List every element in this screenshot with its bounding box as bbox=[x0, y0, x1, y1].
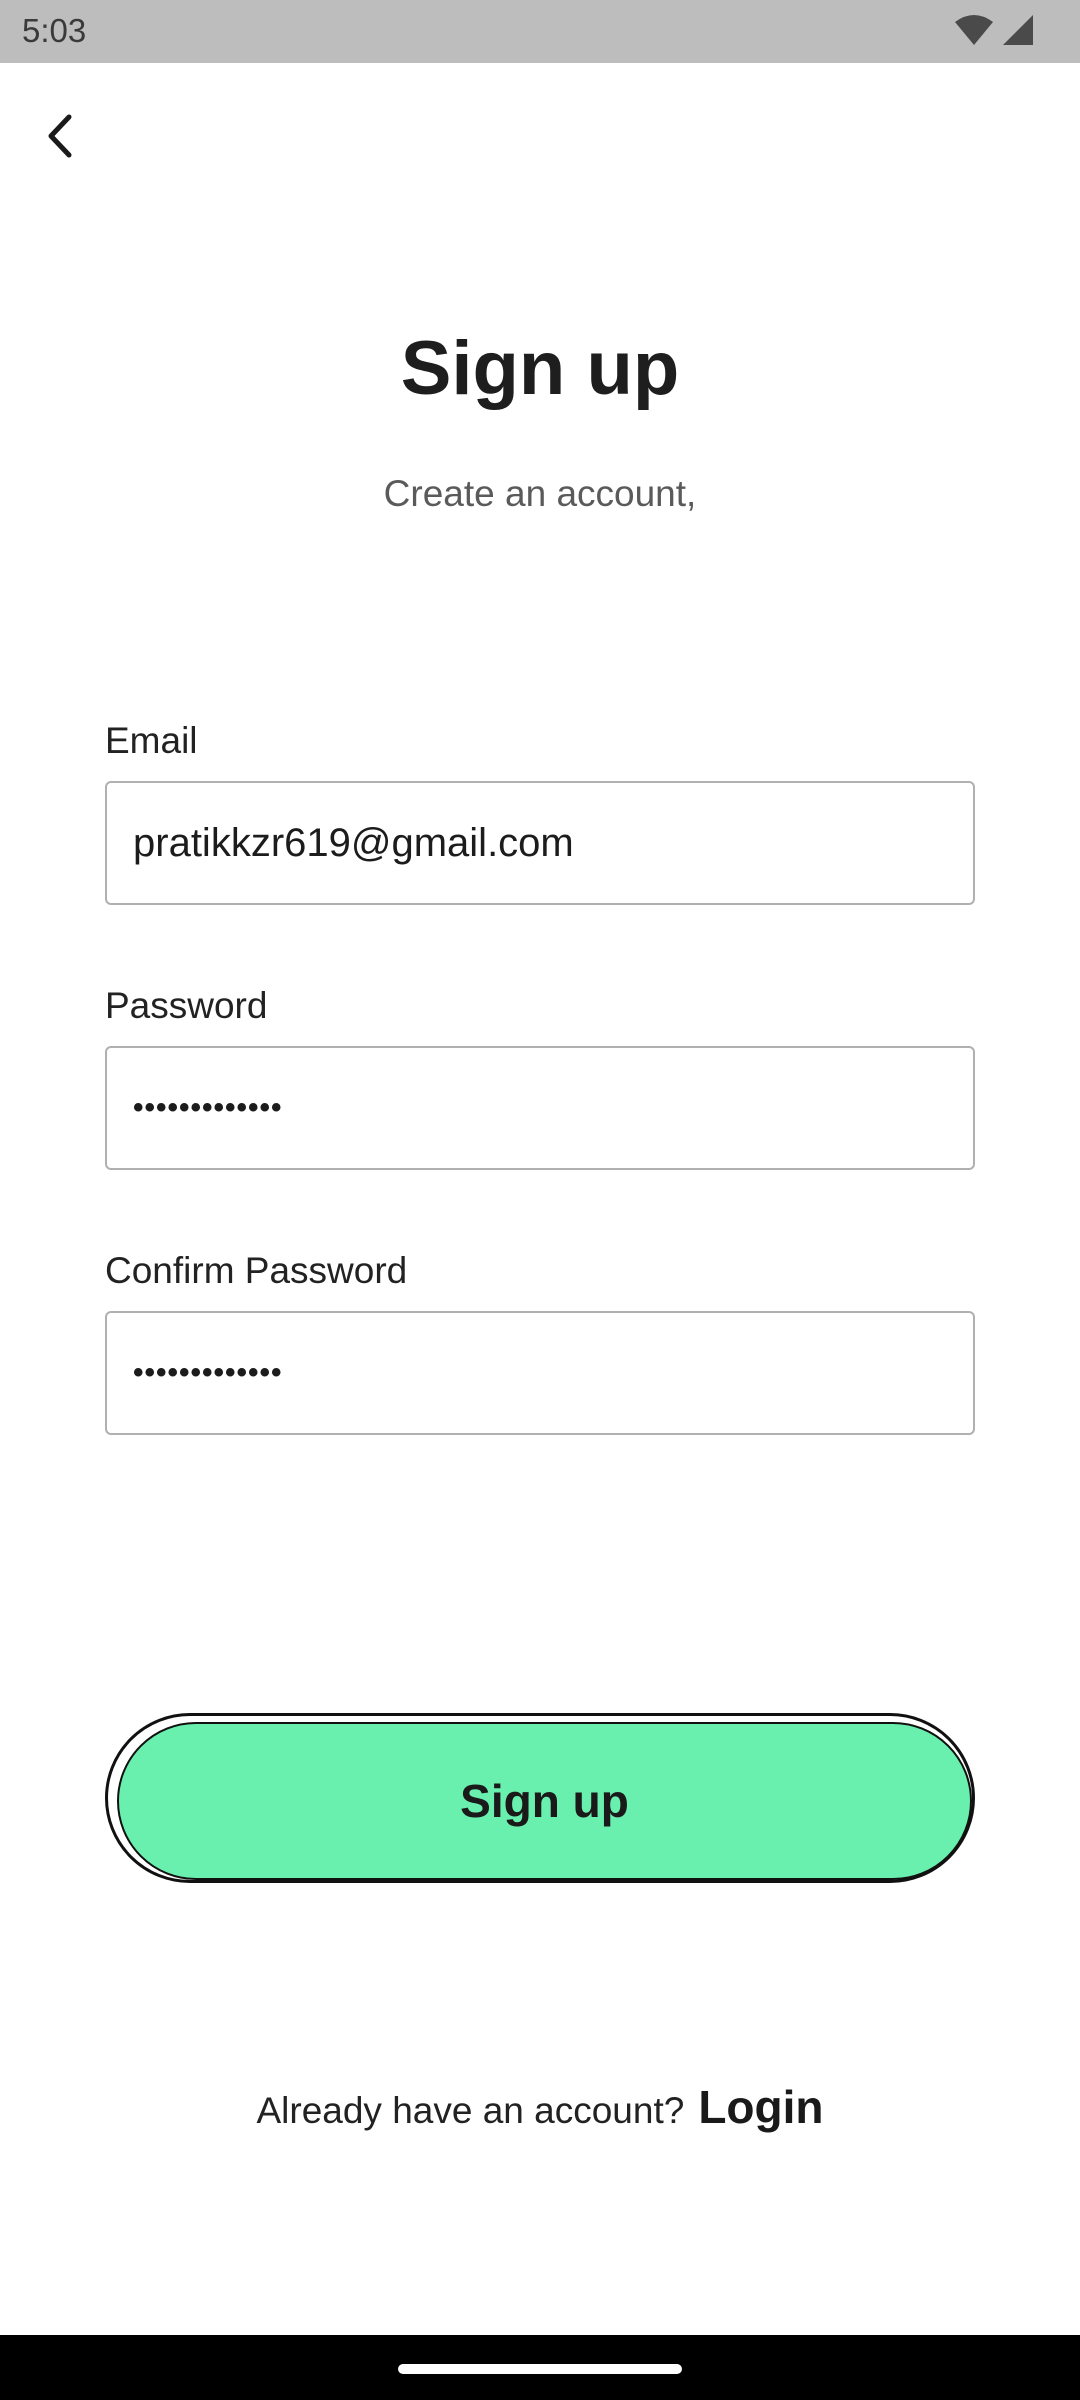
login-prompt: Already have an account? bbox=[256, 2090, 685, 2131]
password-field[interactable] bbox=[133, 1091, 973, 1125]
confirm-password-field[interactable] bbox=[133, 1356, 973, 1390]
home-indicator[interactable] bbox=[398, 2364, 682, 2374]
password-label: Password bbox=[105, 985, 268, 1026]
status-bar: 5:03 bbox=[0, 0, 1080, 63]
status-time: 5:03 bbox=[22, 12, 87, 49]
login-link[interactable]: Login bbox=[698, 2080, 823, 2134]
email-field-box[interactable] bbox=[105, 781, 975, 905]
status-icons bbox=[954, 14, 1034, 46]
page-subtitle: Create an account, bbox=[383, 473, 697, 514]
confirm-password-field-box[interactable] bbox=[105, 1311, 975, 1435]
chevron-left-icon bbox=[48, 114, 72, 158]
password-field-box[interactable] bbox=[105, 1046, 975, 1170]
cellular-signal-icon bbox=[1003, 15, 1033, 45]
wifi-icon bbox=[955, 15, 993, 45]
email-label: Email bbox=[105, 720, 198, 761]
page-title: Sign up bbox=[400, 326, 680, 411]
signup-screen: 5:03 Sign up Create an account, Email Pa… bbox=[0, 0, 1080, 2400]
login-row: Already have an account? Login bbox=[0, 2080, 1080, 2134]
signup-button[interactable]: Sign up bbox=[117, 1722, 972, 1880]
confirm-password-label: Confirm Password bbox=[105, 1250, 408, 1291]
signup-button-outline: Sign up bbox=[105, 1713, 975, 1883]
back-button[interactable] bbox=[30, 100, 90, 172]
email-field[interactable] bbox=[133, 820, 973, 866]
navigation-bar bbox=[0, 2335, 1080, 2400]
